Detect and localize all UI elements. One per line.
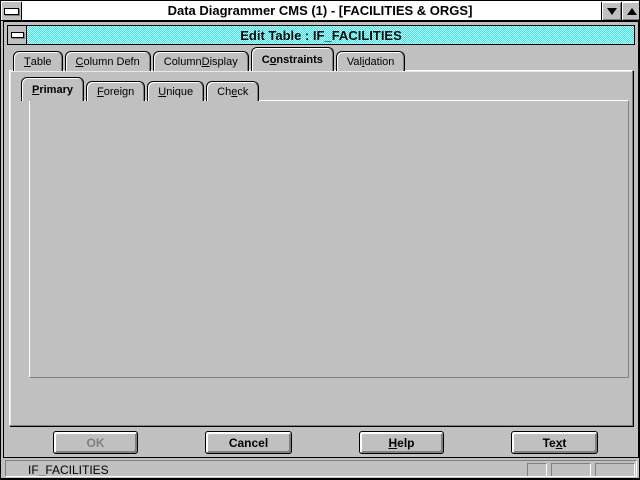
maximize-button[interactable]	[621, 2, 640, 20]
tab-table[interactable]: Table	[13, 51, 63, 71]
subtab-foreign[interactable]: Foreign	[86, 81, 145, 101]
statusbar-panel	[595, 463, 635, 477]
dialog-control-menu-button[interactable]	[8, 26, 27, 44]
statusbar-panel	[527, 463, 547, 477]
status-bar: IF_FACILITIES	[5, 460, 637, 477]
subtab-check[interactable]: Check	[206, 81, 259, 101]
subtab-unique[interactable]: Unique	[147, 81, 204, 101]
ok-button[interactable]: OK	[53, 431, 138, 454]
constraint-type-tab-bar: Primary Foreign Unique Check	[21, 78, 261, 101]
tab-validation[interactable]: Validation	[336, 51, 406, 71]
screen: Data Diagrammer CMS (1) - [FACILITIES & …	[0, 0, 640, 480]
cancel-button[interactable]: Cancel	[205, 431, 292, 454]
control-menu-icon	[4, 8, 19, 15]
status-text: IF_FACILITIES	[28, 463, 109, 477]
tab-column-defn[interactable]: Column Defn	[65, 51, 151, 71]
primary-constraint-groupbox	[29, 100, 629, 378]
minimize-button[interactable]	[601, 2, 621, 20]
tab-column-display[interactable]: Column Display	[153, 51, 249, 71]
main-tab-bar: Table Column Defn Column Display Constra…	[13, 48, 407, 71]
maximize-icon	[627, 8, 637, 15]
main-control-menu-button[interactable]	[2, 2, 22, 20]
text-button[interactable]: Text	[511, 431, 598, 454]
help-button[interactable]: Help	[359, 431, 444, 454]
subtab-primary[interactable]: Primary	[21, 77, 84, 101]
main-window-title: Data Diagrammer CMS (1) - [FACILITIES & …	[1, 3, 639, 18]
minimize-icon	[607, 8, 617, 15]
control-menu-icon	[11, 32, 24, 38]
dialog-titlebar: Edit Table : IF_FACILITIES	[7, 25, 635, 45]
tab-constraints[interactable]: Constraints	[251, 47, 334, 71]
main-window-titlebar: Data Diagrammer CMS (1) - [FACILITIES & …	[1, 1, 639, 21]
statusbar-panel	[551, 463, 591, 477]
dialog-title: Edit Table : IF_FACILITIES	[8, 28, 634, 43]
